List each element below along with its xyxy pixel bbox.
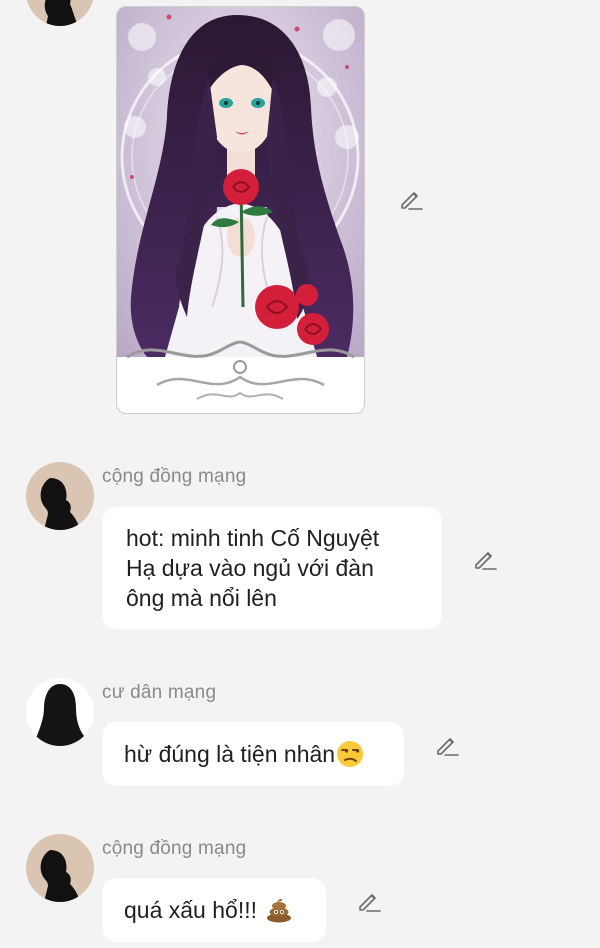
- message-bubble[interactable]: quá xấu hổ!!!: [102, 878, 326, 942]
- message-line: Hạ dựa vào ngủ với đàn: [126, 555, 374, 581]
- silhouette-icon: [40, 850, 80, 902]
- avatar[interactable]: [26, 462, 94, 530]
- message-text: quá xấu hổ!!!: [124, 897, 257, 923]
- avatar[interactable]: [26, 834, 94, 902]
- edit-icon[interactable]: [356, 888, 382, 914]
- message-bubble[interactable]: hot: minh tinh Cố Nguyệt Hạ dựa vào ngủ …: [102, 507, 442, 629]
- avatar[interactable]: [26, 678, 94, 746]
- edit-icon[interactable]: [434, 732, 460, 758]
- message-text: hừ đúng là tiện nhân: [124, 741, 336, 767]
- silhouette-icon: [40, 478, 80, 530]
- pile-of-poo-emoji: [267, 898, 292, 923]
- shared-image[interactable]: [116, 6, 365, 414]
- avatar[interactable]: [26, 0, 94, 26]
- sender-name: cư dân mạng: [102, 682, 217, 703]
- message-bubble[interactable]: hừ đúng là tiện nhân: [102, 722, 404, 786]
- silhouette-icon: [44, 0, 78, 26]
- edit-icon[interactable]: [472, 546, 498, 572]
- silhouette-icon: [36, 684, 84, 746]
- edit-icon[interactable]: [398, 186, 424, 212]
- illustration-woman-with-roses: [117, 7, 364, 413]
- message-line: ông mà nổi lên: [126, 585, 277, 611]
- unamused-face-emoji: [337, 741, 364, 767]
- sender-name: cộng đồng mạng: [102, 838, 247, 859]
- sender-name: cộng đồng mạng: [102, 466, 247, 487]
- message-line: hot: minh tinh Cố Nguyệt: [126, 525, 380, 551]
